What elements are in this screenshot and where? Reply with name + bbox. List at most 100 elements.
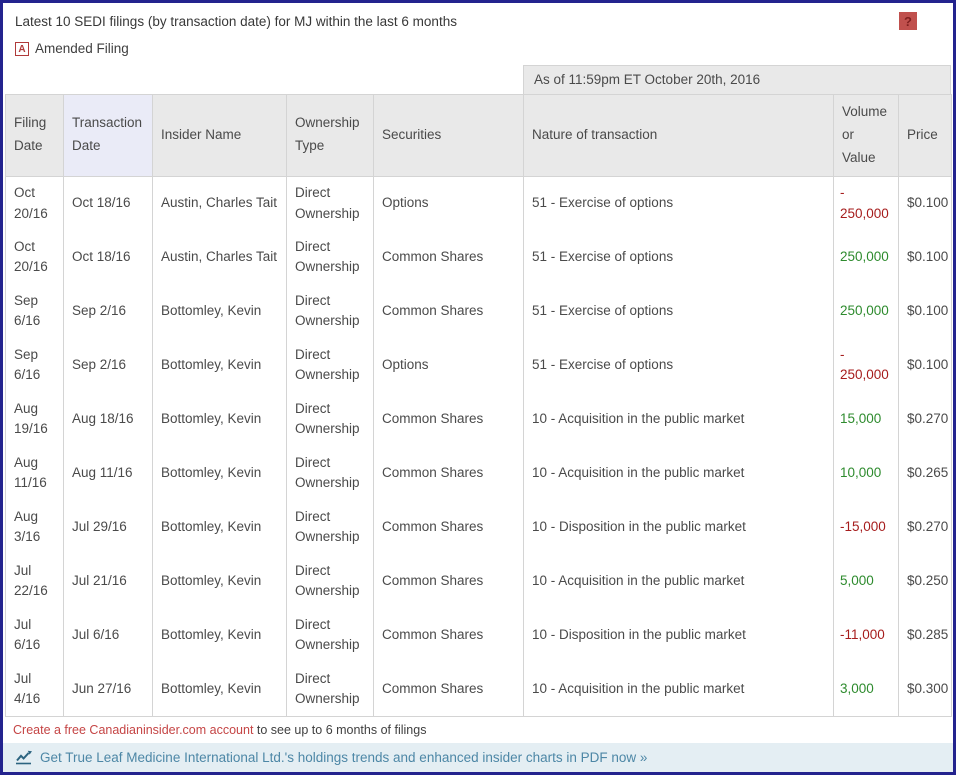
title-row: Latest 10 SEDI filings (by transaction d… <box>15 12 941 31</box>
amended-filing-icon: A <box>15 42 29 56</box>
cell-nature-of-transaction: 10 - Disposition in the public market <box>524 500 834 554</box>
cell-insider-name: Bottomley, Kevin <box>153 662 287 716</box>
cell-nature-of-transaction: 10 - Acquisition in the public market <box>524 446 834 500</box>
trend-chart-icon <box>15 750 33 765</box>
filings-table: Filing Date Transaction Date Insider Nam… <box>5 94 952 717</box>
account-upsell-note: Create a free Canadianinsider.com accoun… <box>13 723 943 737</box>
cell-ownership-type: Direct Ownership <box>287 500 374 554</box>
column-header-filing-date[interactable]: Filing Date <box>6 95 64 177</box>
cell-filing-date: Jul 4/16 <box>6 662 64 716</box>
cell-transaction-date: Jul 6/16 <box>64 608 153 662</box>
cell-insider-name: Austin, Charles Tait <box>153 176 287 230</box>
column-header-nature[interactable]: Nature of transaction <box>524 95 834 177</box>
cell-ownership-type: Direct Ownership <box>287 446 374 500</box>
filings-table-body: Oct 20/16 Oct 18/16 Austin, Charles Tait… <box>6 176 952 716</box>
promo-link[interactable]: Get True Leaf Medicine International Ltd… <box>40 750 647 765</box>
promo-bar[interactable]: Get True Leaf Medicine International Ltd… <box>3 743 953 772</box>
cell-transaction-date: Jul 29/16 <box>64 500 153 554</box>
cell-transaction-date: Aug 18/16 <box>64 392 153 446</box>
column-header-volume[interactable]: Volume or Value <box>834 95 899 177</box>
cell-transaction-date: Jun 27/16 <box>64 662 153 716</box>
cell-securities: Common Shares <box>374 662 524 716</box>
amended-filing-label: Amended Filing <box>35 41 129 56</box>
cell-filing-date: Aug 19/16 <box>6 392 64 446</box>
table-row: Oct 20/16 Oct 18/16 Austin, Charles Tait… <box>6 176 952 230</box>
cell-securities: Common Shares <box>374 608 524 662</box>
sedi-filings-widget: Latest 10 SEDI filings (by transaction d… <box>0 0 956 775</box>
table-row: Sep 6/16 Sep 2/16 Bottomley, Kevin Direc… <box>6 338 952 392</box>
cell-securities: Options <box>374 338 524 392</box>
create-account-link[interactable]: Create a free Canadianinsider.com accoun… <box>13 723 253 737</box>
cell-filing-date: Oct 20/16 <box>6 230 64 284</box>
cell-nature-of-transaction: 10 - Acquisition in the public market <box>524 662 834 716</box>
cell-ownership-type: Direct Ownership <box>287 392 374 446</box>
table-row: Aug 11/16 Aug 11/16 Bottomley, Kevin Dir… <box>6 446 952 500</box>
table-row: Oct 20/16 Oct 18/16 Austin, Charles Tait… <box>6 230 952 284</box>
cell-nature-of-transaction: 10 - Acquisition in the public market <box>524 392 834 446</box>
cell-volume-or-value: 15,000 <box>834 392 899 446</box>
page-title: Latest 10 SEDI filings (by transaction d… <box>15 12 457 31</box>
cell-ownership-type: Direct Ownership <box>287 284 374 338</box>
cell-nature-of-transaction: 51 - Exercise of options <box>524 176 834 230</box>
cell-insider-name: Austin, Charles Tait <box>153 230 287 284</box>
table-row: Aug 19/16 Aug 18/16 Bottomley, Kevin Dir… <box>6 392 952 446</box>
cell-volume-or-value: 250,000 <box>834 230 899 284</box>
cell-filing-date: Sep 6/16 <box>6 284 64 338</box>
filings-table-header: Filing Date Transaction Date Insider Nam… <box>6 95 952 177</box>
cell-nature-of-transaction: 10 - Disposition in the public market <box>524 608 834 662</box>
cell-transaction-date: Oct 18/16 <box>64 176 153 230</box>
amended-filing-legend: A Amended Filing <box>15 41 941 56</box>
column-header-securities[interactable]: Securities <box>374 95 524 177</box>
account-upsell-suffix: to see up to 6 months of filings <box>253 723 426 737</box>
cell-price: $0.285 <box>899 608 952 662</box>
as-of-timestamp: As of 11:59pm ET October 20th, 2016 <box>523 65 951 94</box>
cell-ownership-type: Direct Ownership <box>287 662 374 716</box>
cell-price: $0.100 <box>899 176 952 230</box>
cell-price: $0.100 <box>899 284 952 338</box>
cell-volume-or-value: 3,000 <box>834 662 899 716</box>
cell-securities: Common Shares <box>374 392 524 446</box>
cell-insider-name: Bottomley, Kevin <box>153 608 287 662</box>
cell-insider-name: Bottomley, Kevin <box>153 338 287 392</box>
cell-securities: Common Shares <box>374 500 524 554</box>
cell-filing-date: Aug 3/16 <box>6 500 64 554</box>
cell-ownership-type: Direct Ownership <box>287 176 374 230</box>
cell-insider-name: Bottomley, Kevin <box>153 554 287 608</box>
cell-volume-or-value: - 250,000 <box>834 338 899 392</box>
cell-filing-date: Jul 22/16 <box>6 554 64 608</box>
cell-price: $0.250 <box>899 554 952 608</box>
column-header-insider-name[interactable]: Insider Name <box>153 95 287 177</box>
column-header-ownership-type[interactable]: Ownership Type <box>287 95 374 177</box>
cell-nature-of-transaction: 51 - Exercise of options <box>524 338 834 392</box>
cell-transaction-date: Sep 2/16 <box>64 284 153 338</box>
table-row: Sep 6/16 Sep 2/16 Bottomley, Kevin Direc… <box>6 284 952 338</box>
cell-insider-name: Bottomley, Kevin <box>153 284 287 338</box>
cell-filing-date: Aug 11/16 <box>6 446 64 500</box>
column-header-price[interactable]: Price <box>899 95 952 177</box>
cell-nature-of-transaction: 51 - Exercise of options <box>524 230 834 284</box>
column-header-transaction-date[interactable]: Transaction Date <box>64 95 153 177</box>
cell-securities: Common Shares <box>374 446 524 500</box>
cell-price: $0.100 <box>899 230 952 284</box>
cell-insider-name: Bottomley, Kevin <box>153 392 287 446</box>
cell-volume-or-value: 5,000 <box>834 554 899 608</box>
cell-securities: Common Shares <box>374 230 524 284</box>
cell-ownership-type: Direct Ownership <box>287 608 374 662</box>
cell-insider-name: Bottomley, Kevin <box>153 446 287 500</box>
help-button[interactable]: ? <box>899 12 917 30</box>
cell-securities: Common Shares <box>374 554 524 608</box>
cell-transaction-date: Oct 18/16 <box>64 230 153 284</box>
cell-nature-of-transaction: 10 - Acquisition in the public market <box>524 554 834 608</box>
cell-nature-of-transaction: 51 - Exercise of options <box>524 284 834 338</box>
table-row: Jul 4/16 Jun 27/16 Bottomley, Kevin Dire… <box>6 662 952 716</box>
table-row: Jul 22/16 Jul 21/16 Bottomley, Kevin Dir… <box>6 554 952 608</box>
cell-volume-or-value: -11,000 <box>834 608 899 662</box>
cell-volume-or-value: 10,000 <box>834 446 899 500</box>
cell-transaction-date: Aug 11/16 <box>64 446 153 500</box>
cell-filing-date: Oct 20/16 <box>6 176 64 230</box>
cell-ownership-type: Direct Ownership <box>287 230 374 284</box>
cell-price: $0.100 <box>899 338 952 392</box>
cell-insider-name: Bottomley, Kevin <box>153 500 287 554</box>
cell-price: $0.300 <box>899 662 952 716</box>
cell-price: $0.270 <box>899 392 952 446</box>
